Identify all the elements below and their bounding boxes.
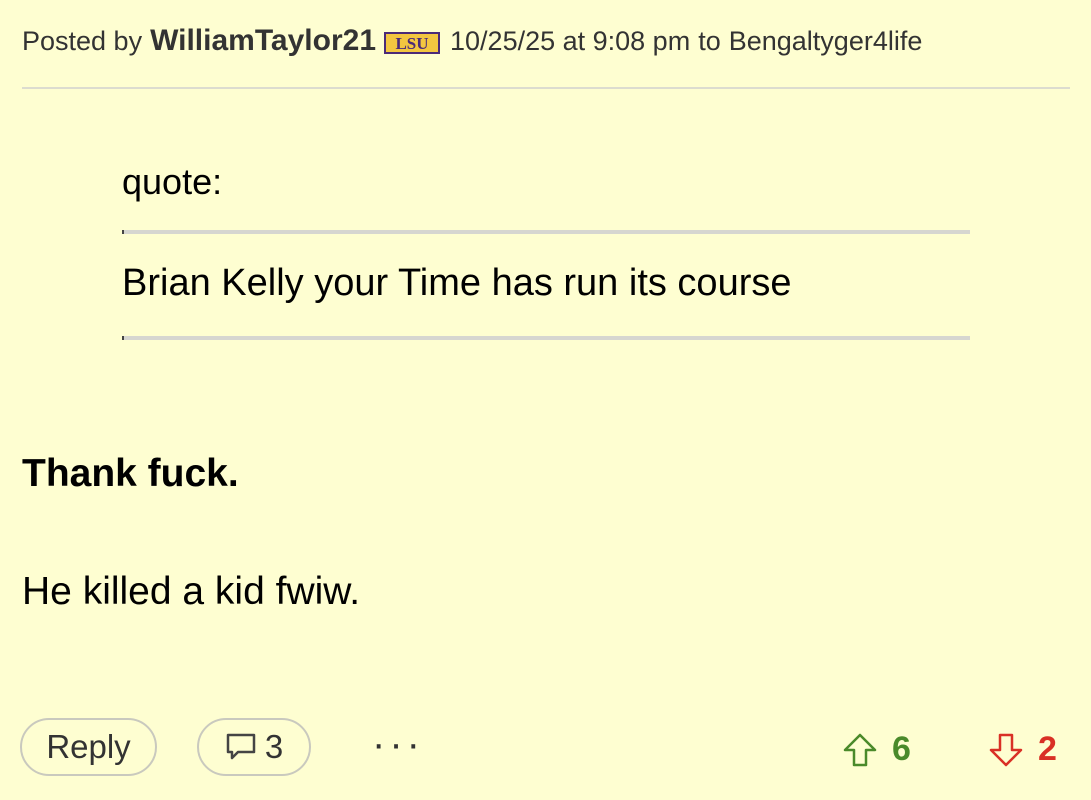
quote-block: quote: Brian Kelly your Time has run its… [122, 160, 970, 340]
to-label: to [698, 25, 721, 56]
quote-bottom-rule [122, 336, 970, 340]
comments-button[interactable]: 3 [197, 718, 311, 776]
reply-button[interactable]: Reply [20, 718, 157, 776]
quote-top-rule [122, 230, 970, 234]
forum-post: Posted by WilliamTaylor21 LSU 10/25/25 a… [0, 0, 1091, 800]
quote-label: quote: [122, 161, 223, 202]
upvote-count: 6 [892, 730, 911, 768]
arrow-up-icon [843, 733, 877, 766]
post-timestamp: 10/25/25 at 9:08 pm [450, 25, 691, 56]
lsu-badge-icon: LSU [384, 30, 441, 54]
post-actions: Reply 3 ··· 6 2 [0, 718, 1091, 780]
post-body-line: He killed a kid fwiw. [22, 570, 361, 613]
badge-text: LSU [395, 34, 428, 53]
downvote-count: 2 [1038, 730, 1057, 768]
posted-by-label: Posted by [22, 25, 143, 56]
reply-label: Reply [46, 728, 131, 765]
more-options-button[interactable]: ··· [372, 724, 424, 764]
header-divider [22, 87, 1070, 89]
post-body-bold-line: Thank fuck. [22, 452, 239, 495]
recipient-link[interactable]: Bengaltyger4life [729, 26, 923, 57]
upvote-button[interactable]: 6 [842, 730, 911, 769]
post-header: Posted by WilliamTaylor21 LSU 10/25/25 a… [22, 24, 922, 58]
author-link[interactable]: WilliamTaylor21 [150, 24, 376, 58]
comment-icon [226, 733, 256, 760]
quote-text: Brian Kelly your Time has run its course [122, 262, 792, 304]
downvote-button[interactable]: 2 [988, 730, 1057, 769]
comment-count: 3 [264, 728, 284, 765]
arrow-down-icon [989, 733, 1023, 766]
